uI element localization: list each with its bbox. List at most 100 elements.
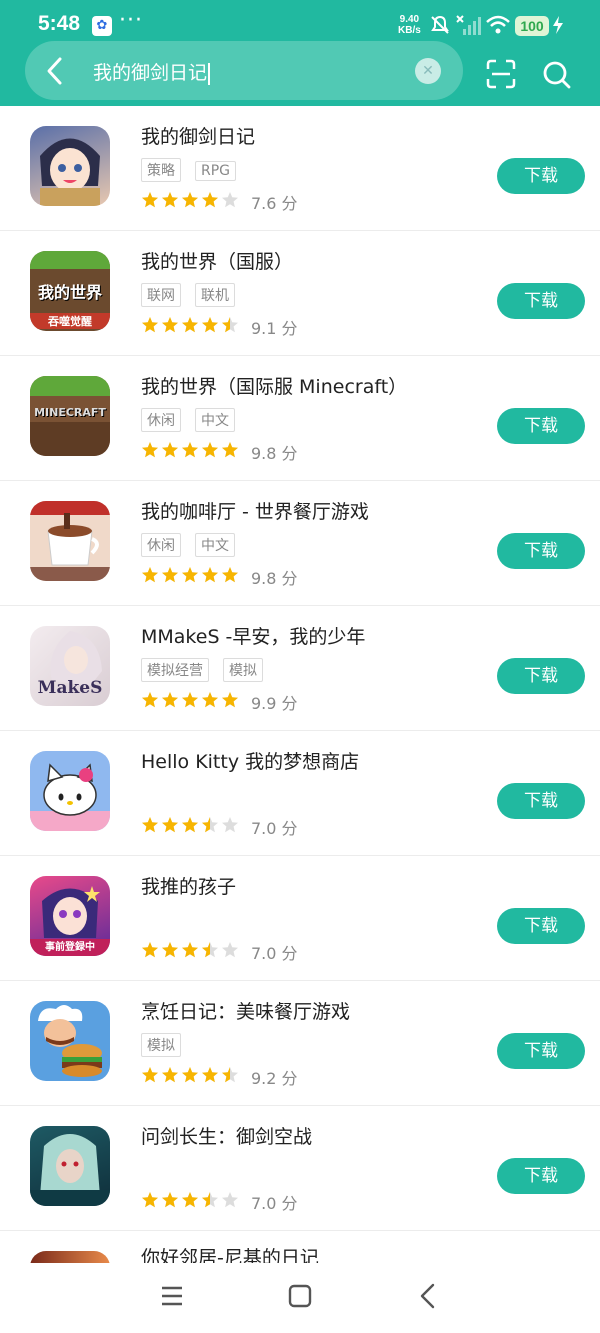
app-list-item[interactable]: 我的御剑日记 策略 RPG 7.6 分 下载 (0, 106, 600, 231)
star-full-icon (142, 192, 158, 208)
star-full-icon (202, 317, 218, 333)
search-results-list[interactable]: 我的御剑日记 策略 RPG 7.6 分 下载 我的世界 吞噬觉醒 我的世界（国服）… (0, 106, 600, 1263)
download-button[interactable]: 下载 (497, 158, 585, 194)
stars-svg (142, 567, 238, 583)
score-value: 7.0 (251, 819, 277, 838)
icon-badge-text: 事前登録中 (30, 939, 110, 956)
star-full-icon (142, 692, 158, 708)
score-value: 9.1 (251, 319, 277, 338)
bell-muted-icon (431, 15, 449, 34)
star-full-icon (182, 692, 198, 708)
star-rating (141, 691, 241, 713)
minecraft-icon[interactable]: MINECRAFT (30, 376, 110, 456)
search-box[interactable]: 我的御剑日记 ✕ (25, 41, 463, 100)
hello-kitty-icon[interactable] (30, 751, 110, 831)
scan-icon[interactable] (486, 59, 516, 89)
app-name[interactable]: 烹饪日记：美味餐厅游戏 (141, 997, 350, 1024)
search-icon[interactable] (542, 60, 572, 90)
download-button[interactable]: 下载 (497, 533, 585, 569)
hello-neighbor-icon[interactable] (30, 1251, 110, 1263)
app-tags: 休闲 中文 (141, 408, 249, 432)
mmakes-icon[interactable]: MakeS (30, 626, 110, 706)
star-full-icon (182, 317, 198, 333)
star-half-icon (202, 817, 218, 833)
star-full-icon (162, 1067, 178, 1083)
app-tag: RPG (195, 161, 237, 181)
app-list-item[interactable]: 问剑长生：御剑空战 7.0 分 下载 (0, 1106, 600, 1231)
app-rating: 9.8 分 (141, 440, 298, 463)
icon-subtitle-text: 吞噬觉醒 (30, 313, 110, 329)
star-half-icon (222, 1067, 238, 1083)
score-unit: 分 (281, 319, 298, 338)
back-arrow-icon[interactable] (45, 56, 65, 86)
coffee-cup-icon[interactable] (30, 501, 110, 581)
app-name[interactable]: 你好邻居-尼基的日记 (141, 1243, 319, 1263)
star-rating (141, 1066, 241, 1088)
download-button[interactable]: 下载 (497, 408, 585, 444)
app-name[interactable]: 我的世界（国服） (141, 247, 293, 274)
star-full-icon (162, 942, 178, 958)
coffee-cup-art (30, 501, 110, 581)
app-tag: 联网 (141, 283, 181, 307)
minecraft-cn-icon[interactable]: 我的世界 吞噬觉醒 (30, 251, 110, 331)
score-value: 9.8 (251, 569, 277, 588)
app-rating: 7.0 分 (141, 940, 298, 963)
star-full-icon (202, 1067, 218, 1083)
icon-title-text: MINECRAFT (34, 406, 106, 419)
star-rating (141, 1191, 241, 1213)
score-unit: 分 (281, 819, 298, 838)
chef-burger-art (38, 1005, 102, 1077)
system-back-icon[interactable] (418, 1283, 438, 1309)
oshi-no-ko-icon[interactable]: 事前登録中 (30, 876, 110, 956)
app-name[interactable]: 我的御剑日记 (141, 122, 255, 149)
star-half-icon (222, 317, 238, 333)
app-name[interactable]: Hello Kitty 我的梦想商店 (141, 747, 359, 774)
app-list-item[interactable]: 事前登録中 我推的孩子 7.0 分 下载 (0, 856, 600, 981)
star-empty-icon (222, 817, 238, 833)
app-list-item[interactable]: 我的世界 吞噬觉醒 我的世界（国服） 联网 联机 9.1 分 下载 (0, 231, 600, 356)
download-button[interactable]: 下载 (497, 783, 585, 819)
app-name[interactable]: MMakeS -早安，我的少年 (141, 622, 365, 649)
star-rating (141, 816, 241, 838)
star-full-icon (162, 442, 178, 458)
score-unit: 分 (281, 1194, 298, 1213)
app-name[interactable]: 问剑长生：御剑空战 (141, 1122, 312, 1149)
star-full-icon (222, 692, 238, 708)
chef-burger-icon[interactable] (30, 1001, 110, 1081)
download-button[interactable]: 下载 (497, 908, 585, 944)
star-full-icon (182, 567, 198, 583)
download-button[interactable]: 下载 (497, 283, 585, 319)
app-tags: 休闲 中文 (141, 533, 249, 557)
app-tag: 中文 (195, 533, 235, 557)
anime-girl-art (40, 138, 100, 206)
recent-apps-icon[interactable] (160, 1285, 184, 1307)
home-icon[interactable] (288, 1284, 312, 1308)
app-tags: 模拟 (141, 1033, 195, 1057)
score-value: 9.2 (251, 1069, 277, 1088)
app-name[interactable]: 我推的孩子 (141, 872, 236, 899)
app-score: 9.9 分 (251, 690, 298, 714)
app-name[interactable]: 我的咖啡厅 - 世界餐厅游戏 (141, 497, 369, 524)
app-name[interactable]: 我的世界（国际服 Minecraft） (141, 372, 407, 399)
search-input[interactable]: 我的御剑日记 (93, 58, 211, 85)
app-score: 7.0 分 (251, 815, 298, 839)
app-list-item[interactable]: 你好邻居-尼基的日记 (0, 1231, 600, 1263)
download-button[interactable]: 下载 (497, 1158, 585, 1194)
score-unit: 分 (281, 194, 298, 213)
app-list-item[interactable]: 烹饪日记：美味餐厅游戏 模拟 9.2 分 下载 (0, 981, 600, 1106)
app-list-item[interactable]: MINECRAFT 我的世界（国际服 Minecraft） 休闲 中文 9.8 分… (0, 356, 600, 481)
swordsman-icon[interactable] (30, 1126, 110, 1206)
star-full-icon (202, 192, 218, 208)
score-unit: 分 (281, 694, 298, 713)
download-button[interactable]: 下载 (497, 658, 585, 694)
app-score: 7.0 分 (251, 1190, 298, 1214)
app-list-item[interactable]: 我的咖啡厅 - 世界餐厅游戏 休闲 中文 9.8 分 下载 (0, 481, 600, 606)
clear-search-button[interactable]: ✕ (415, 58, 441, 84)
star-full-icon (142, 1067, 158, 1083)
app-list-item[interactable]: MakeS MMakeS -早安，我的少年 模拟经营 模拟 9.9 分 下载 (0, 606, 600, 731)
star-full-icon (182, 942, 198, 958)
anime-girl-icon[interactable] (30, 126, 110, 206)
score-value: 7.0 (251, 944, 277, 963)
download-button[interactable]: 下载 (497, 1033, 585, 1069)
app-list-item[interactable]: Hello Kitty 我的梦想商店 7.0 分 下载 (0, 731, 600, 856)
